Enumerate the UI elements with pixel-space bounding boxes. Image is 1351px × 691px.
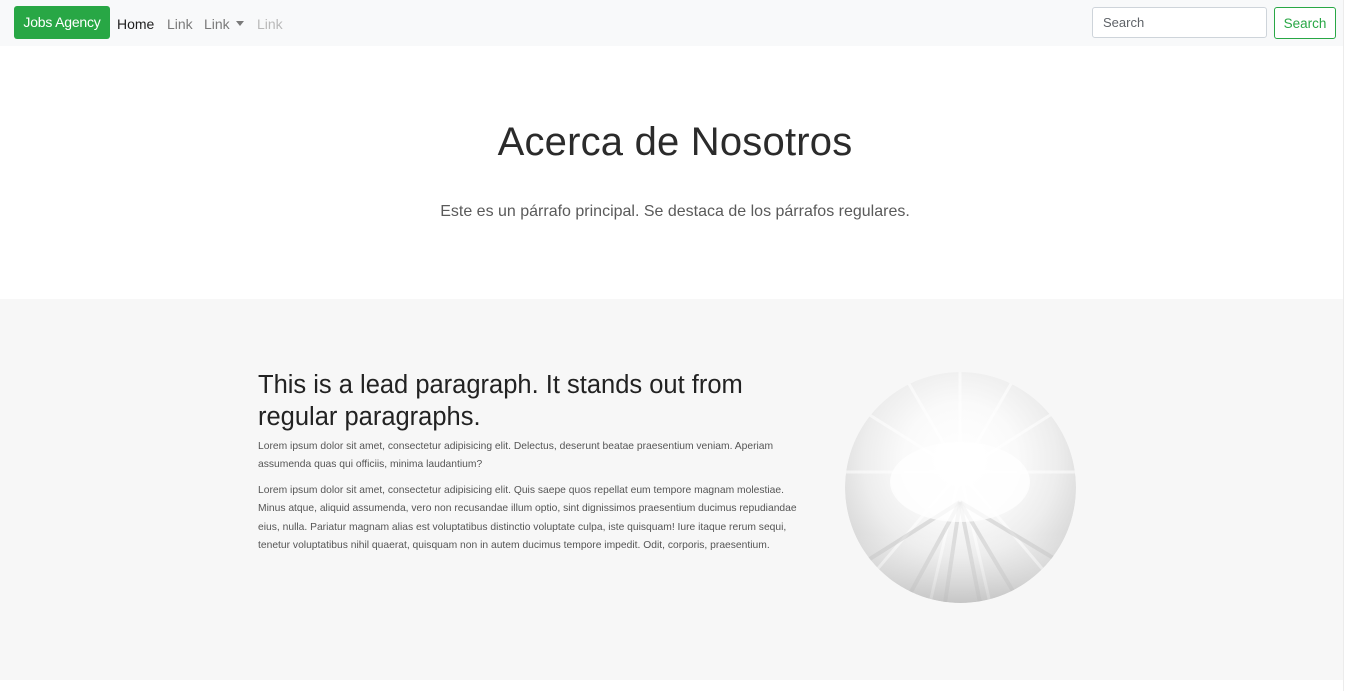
nav-dropdown-link[interactable]: Link	[204, 15, 244, 33]
nav-link-link[interactable]: Link	[167, 15, 193, 33]
search-input[interactable]	[1092, 7, 1267, 38]
circular-light-rays-image	[845, 372, 1076, 603]
caret-down-icon	[235, 21, 244, 26]
page-title: Acerca de Nosotros	[497, 120, 853, 164]
jumbotron: Acerca de Nosotros Este es un párrafo pr…	[0, 46, 1343, 299]
paragraph-2: Lorem ipsum dolor sit amet, consectetur …	[258, 485, 797, 551]
search-button[interactable]: Search	[1274, 7, 1336, 39]
nav-link-disabled: Link	[257, 16, 283, 32]
nav-link-home[interactable]: Home	[117, 15, 154, 33]
navbar: Jobs Agency Home Link Link Link Search	[0, 0, 1343, 46]
jumbotron-lead: Este es un párrafo principal. Se destaca…	[440, 203, 910, 220]
scrollbar-edge	[1343, 0, 1351, 691]
paragraph-1: Lorem ipsum dolor sit amet, consectetur …	[258, 441, 774, 471]
about-section: This is a lead paragraph. It stands out …	[0, 299, 1343, 680]
brand-logo-button[interactable]: Jobs Agency	[14, 6, 110, 39]
footer-strip	[0, 680, 1343, 691]
nav-dropdown-label: Link	[204, 16, 230, 32]
lead-heading: This is a lead paragraph. It stands out …	[258, 371, 743, 431]
